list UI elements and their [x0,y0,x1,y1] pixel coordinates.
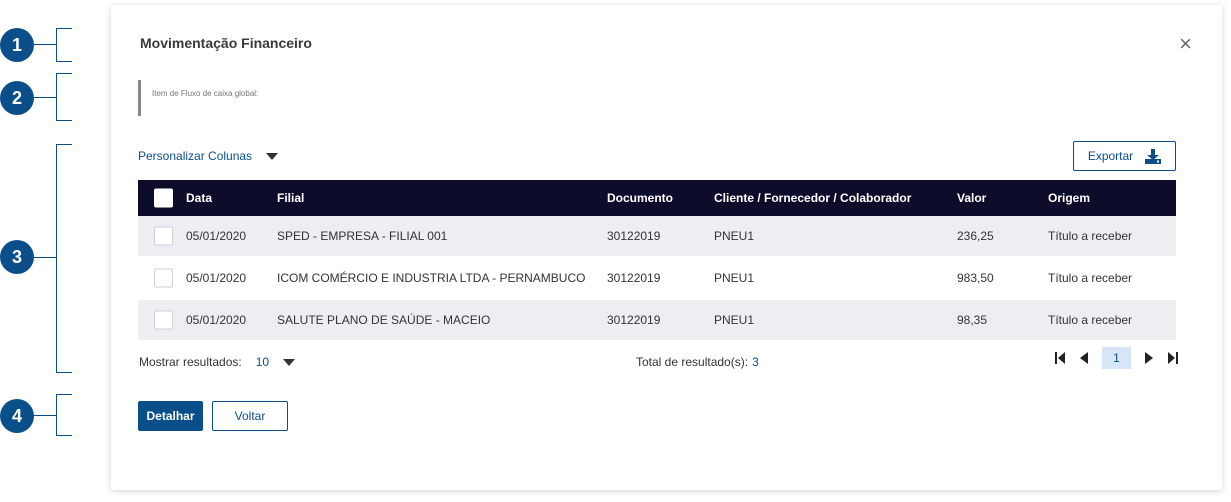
marker-2: 2 [0,81,34,115]
close-icon[interactable]: × [1179,31,1192,57]
row-checkbox[interactable] [154,226,173,246]
total-resultados: Total de resultado(s): 3 [636,355,759,369]
cell-data: 05/01/2020 [186,229,247,243]
bracket-line [56,73,72,74]
cell-valor: 98,35 [957,313,988,327]
total-label: Total de resultado(s): [636,355,749,369]
modal-title: Movimentação Financeiro [140,35,312,51]
header-cliente[interactable]: Cliente / Fornecedor / Colaborador [714,191,911,205]
cell-cliente: PNEU1 [714,229,755,243]
cell-cliente: PNEU1 [714,271,755,285]
fluxo-label: Item de Fluxo de caixa global: [152,89,259,98]
marker-3: 3 [0,240,34,274]
row-checkbox[interactable] [154,268,173,288]
modal-dialog: Movimentação Financeiro × Item de Fluxo … [111,5,1222,490]
bracket-line [34,415,56,416]
bracket-line [34,44,56,45]
prev-page-icon[interactable] [1079,352,1088,364]
cell-data: 05/01/2020 [186,271,247,285]
header-filial[interactable]: Filial [277,191,304,205]
cell-cliente: PNEU1 [714,313,755,327]
cell-valor: 983,50 [957,271,994,285]
cell-documento: 30122019 [607,271,661,285]
cell-origem: Título a receber [1048,271,1133,285]
exportar-label: Exportar [1087,149,1134,163]
table-row[interactable]: 05/01/2020 ICOM COMÉRCIO E INDUSTRIA LTD… [138,256,1176,300]
results-table: Data Filial Documento Cliente / Forneced… [138,180,1176,340]
cell-valor: 236,25 [957,229,994,243]
bracket-line [56,28,57,61]
mostrar-resultados: Mostrar resultados: 10 [139,355,296,369]
bracket-line [56,372,72,373]
header-origem[interactable]: Origem [1048,191,1090,205]
bracket-line [56,144,72,145]
table-row[interactable]: 05/01/2020 SALUTE PLANO DE SAÚDE - MACEI… [138,300,1176,340]
cell-filial: SALUTE PLANO DE SAÚDE - MACEIO [277,313,491,327]
header-data[interactable]: Data [186,191,212,205]
bracket-line [56,435,72,436]
personalizar-label: Personalizar Colunas [138,149,253,163]
select-all-checkbox[interactable] [154,188,173,208]
fluxo-field: Item de Fluxo de caixa global: [138,80,258,116]
cell-filial: ICOM COMÉRCIO E INDUSTRIA LTDA - PERNAMB… [277,271,586,285]
voltar-button[interactable]: Voltar [212,401,288,431]
cell-filial: SPED - EMPRESA - FILIAL 001 [277,229,448,243]
last-page-icon[interactable] [1168,352,1178,364]
personalizar-colunas-dropdown[interactable]: Personalizar Colunas [138,149,279,163]
cell-documento: 30122019 [607,313,661,327]
bracket-line [34,97,56,98]
bracket-line [34,257,56,258]
current-page[interactable]: 1 [1102,347,1131,369]
table-header: Data Filial Documento Cliente / Forneced… [138,180,1176,216]
total-value: 3 [752,355,759,369]
mostrar-label: Mostrar resultados: [139,355,242,369]
bracket-line [56,73,57,121]
per-page-select[interactable]: 10 [256,355,269,369]
header-valor[interactable]: Valor [957,191,986,205]
cell-origem: Título a receber [1048,313,1133,327]
first-page-icon[interactable] [1055,352,1065,364]
cell-data: 05/01/2020 [186,313,247,327]
caret-down-icon [266,152,279,160]
detalhar-button[interactable]: Detalhar [138,401,203,431]
bracket-line [56,28,72,29]
header-documento[interactable]: Documento [607,191,673,205]
caret-down-icon[interactable] [283,358,296,366]
exportar-button[interactable]: Exportar [1073,141,1176,171]
pagination: 1 [1055,347,1178,369]
table-row[interactable]: 05/01/2020 SPED - EMPRESA - FILIAL 001 3… [138,216,1176,256]
bracket-line [56,394,57,435]
bracket-line [56,61,72,62]
marker-4: 4 [0,399,34,433]
next-page-icon[interactable] [1145,352,1154,364]
bracket-line [56,144,57,372]
row-checkbox[interactable] [154,310,173,330]
cell-documento: 30122019 [607,229,661,243]
marker-1: 1 [0,28,34,62]
bracket-line [56,394,72,395]
bracket-line [56,120,72,121]
cell-origem: Título a receber [1048,229,1133,243]
download-icon [1145,148,1162,164]
